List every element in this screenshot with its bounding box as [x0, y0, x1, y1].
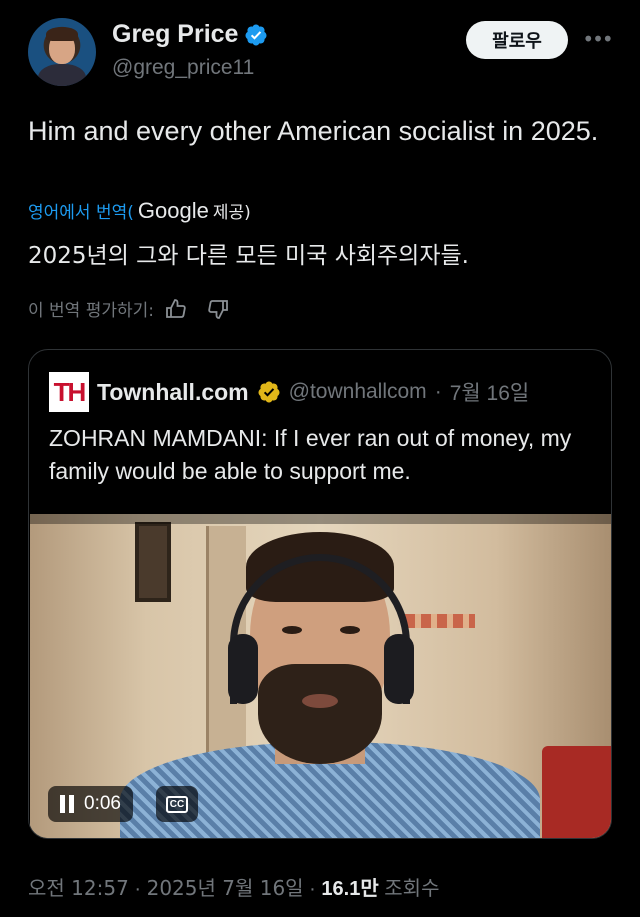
- quoted-author-name: Townhall.com: [97, 378, 249, 405]
- gold-verified-badge-icon: [258, 381, 280, 403]
- tweet-meta: 오전 12:57 · 2025년 7월 16일 · 16.1만 조회수: [28, 872, 439, 901]
- more-options-icon[interactable]: •••: [582, 20, 613, 58]
- pause-icon[interactable]: [60, 795, 74, 813]
- captions-icon: CC: [165, 795, 189, 813]
- quoted-tweet[interactable]: TH Townhall.com @townhallcom · 7월 16일 ZO…: [28, 349, 612, 839]
- red-chair: [542, 746, 611, 838]
- translation-link[interactable]: 영어에서 번역(: [28, 198, 134, 223]
- translation-source: 영어에서 번역( Google 제공): [28, 198, 251, 224]
- view-label: 조회수: [384, 876, 440, 900]
- quoted-separator: ·: [434, 380, 442, 403]
- townhall-logo: TH: [49, 372, 89, 412]
- video-time: 0:06: [84, 793, 121, 814]
- author-handle[interactable]: @greg_price11: [112, 56, 254, 80]
- thumbs-up-icon[interactable]: [164, 297, 188, 321]
- captions-button[interactable]: CC: [156, 786, 198, 822]
- quoted-tweet-header: TH Townhall.com @townhallcom · 7월 16일: [49, 372, 529, 412]
- avatar[interactable]: [28, 18, 96, 86]
- author-name-row: Greg Price: [112, 20, 268, 49]
- translated-text: 2025년의 그와 다른 모든 미국 사회주의자들.: [28, 243, 469, 269]
- thumbs-down-icon[interactable]: [206, 297, 230, 321]
- author-name[interactable]: Greg Price: [112, 20, 238, 49]
- google-label: Google: [137, 198, 209, 223]
- video-player[interactable]: 0:06 CC: [30, 514, 611, 838]
- follow-button[interactable]: 팔로우: [466, 21, 568, 59]
- verified-badge-icon: [245, 24, 267, 45]
- rate-translation-row: 이 번역 평가하기:: [28, 296, 230, 321]
- video-playback-controls[interactable]: 0:06: [48, 786, 133, 822]
- meta-separator-1: ·: [134, 878, 142, 900]
- view-count: 16.1만: [321, 878, 379, 900]
- quoted-tweet-text: ZOHRAN MAMDANI: If I ever ran out of mon…: [49, 425, 572, 484]
- quoted-author-handle: @townhallcom: [288, 380, 427, 403]
- tweet-header: Greg Price @greg_price11 팔로우 •••: [28, 18, 618, 88]
- tweet-time[interactable]: 오전 12:57: [28, 876, 129, 900]
- tweet-date[interactable]: 2025년 7월 16일: [147, 876, 304, 900]
- quoted-date: 7월 16일: [449, 382, 530, 405]
- rate-translation-label: 이 번역 평가하기:: [28, 301, 155, 321]
- tweet-text: Him and every other American socialist i…: [28, 116, 599, 146]
- translation-provider-suffix: 제공): [212, 203, 251, 223]
- meta-separator-2: ·: [309, 878, 316, 900]
